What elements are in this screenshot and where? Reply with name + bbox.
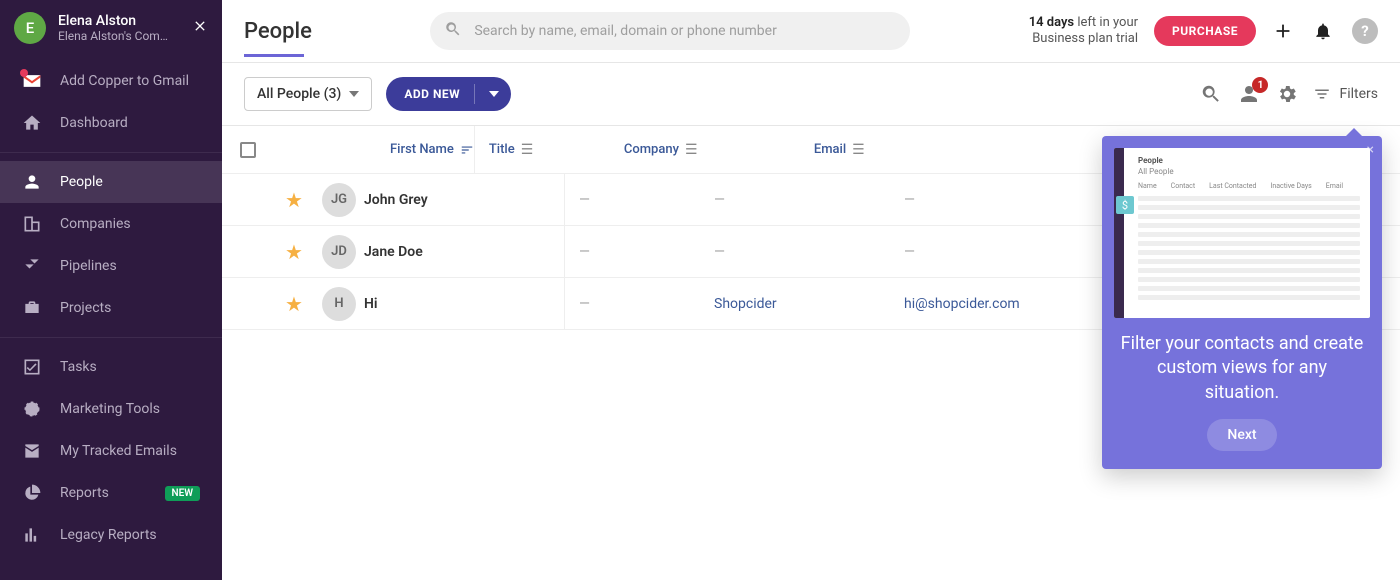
col-title[interactable]: Title☰ [474, 126, 624, 173]
person-icon[interactable]: 1 [1237, 82, 1261, 106]
contact-title: — [564, 174, 714, 225]
star-icon[interactable]: ★ [285, 292, 303, 316]
user-subtitle: Elena Alston's Com… [58, 29, 180, 43]
sidebar-item-projects[interactable]: Projects [0, 287, 222, 329]
star-icon[interactable]: ★ [285, 240, 303, 264]
caret-down-icon [489, 91, 499, 97]
search-icon [444, 20, 462, 42]
sidebar-item-label: Dashboard [60, 115, 128, 131]
caret-down-icon [349, 91, 359, 97]
filter-icon [1313, 85, 1331, 103]
home-icon [22, 113, 42, 133]
plus-icon[interactable] [1272, 20, 1294, 42]
sidebar-item-tracked[interactable]: My Tracked Emails [0, 430, 222, 472]
target-icon [22, 399, 42, 419]
contact-initials: JD [322, 235, 356, 269]
onboarding-preview: $ People All People NameContactLast Cont… [1114, 148, 1370, 318]
star-icon[interactable]: ★ [285, 188, 303, 212]
sidebar-item-label: My Tracked Emails [60, 443, 177, 459]
onboarding-tooltip: × $ People All People NameContactLast Co… [1102, 136, 1382, 469]
sidebar-item-label: Reports [60, 485, 109, 501]
sidebar-header: E Elena Alston Elena Alston's Com… [0, 0, 222, 56]
contact-email: — [904, 192, 1124, 208]
user-name: Elena Alston [58, 13, 180, 30]
sort-icon: ☰ [521, 142, 534, 158]
user-block[interactable]: Elena Alston Elena Alston's Com… [58, 13, 180, 44]
sort-icon: ☰ [685, 142, 698, 158]
sidebar: E Elena Alston Elena Alston's Com… Add C… [0, 0, 222, 580]
pipeline-icon [22, 256, 42, 276]
sidebar-item-label: Add Copper to Gmail [60, 73, 189, 89]
mail-icon [22, 441, 42, 461]
col-company[interactable]: Company☰ [624, 142, 814, 158]
new-badge: NEW [165, 486, 201, 501]
building-icon [22, 214, 42, 234]
person-icon [22, 172, 42, 192]
sidebar-item-dashboard[interactable]: Dashboard [0, 102, 222, 144]
gear-icon[interactable] [1275, 82, 1299, 106]
badge-count: 1 [1252, 77, 1268, 93]
contact-title: — [564, 278, 714, 329]
help-icon[interactable]: ? [1352, 18, 1378, 44]
sidebar-item-label: Companies [60, 216, 131, 232]
topbar: People 14 days left in your Business pla… [222, 0, 1400, 63]
onboard-next-button[interactable]: Next [1207, 419, 1276, 451]
sidebar-item-label: Tasks [60, 359, 97, 375]
purchase-button[interactable]: PURCHASE [1154, 16, 1256, 46]
contact-name: John Grey [364, 192, 564, 208]
sidebar-item-tasks[interactable]: Tasks [0, 346, 222, 388]
sidebar-item-label: Legacy Reports [60, 527, 157, 543]
sidebar-item-pipelines[interactable]: Pipelines [0, 245, 222, 287]
search-input[interactable] [430, 12, 910, 50]
briefcase-icon [22, 298, 42, 318]
toolbar: All People (3) ADD NEW 1 Filters [222, 63, 1400, 126]
contact-name: Jane Doe [364, 244, 564, 260]
check-icon [22, 357, 42, 377]
sidebar-item-companies[interactable]: Companies [0, 203, 222, 245]
sidebar-item-gmail[interactable]: Add Copper to Gmail [0, 60, 222, 102]
sidebar-item-legacy[interactable]: Legacy Reports [0, 514, 222, 556]
col-first-name[interactable]: First Name [274, 142, 474, 157]
trial-text: 14 days left in your Business plan trial [1029, 15, 1138, 46]
search-wrap [430, 12, 910, 50]
scope-dropdown[interactable]: All People (3) [244, 77, 372, 111]
sidebar-item-label: Marketing Tools [60, 401, 160, 417]
contact-email: — [904, 244, 1124, 260]
close-icon[interactable] [192, 18, 208, 38]
search-icon[interactable] [1199, 82, 1223, 106]
page-title: People [244, 19, 312, 44]
sidebar-item-marketing[interactable]: Marketing Tools [0, 388, 222, 430]
onboarding-message: Filter your contacts and create custom v… [1114, 332, 1370, 405]
contact-initials: H [322, 287, 356, 321]
sidebar-item-label: People [60, 174, 103, 190]
piechart-icon [22, 483, 42, 503]
contact-name: Hi [364, 296, 564, 312]
contact-email[interactable]: hi@shopcider.com [904, 296, 1124, 312]
sidebar-item-people[interactable]: People [0, 161, 222, 203]
sort-icon [460, 143, 474, 157]
gmail-icon [22, 71, 42, 91]
contact-company: — [714, 244, 904, 260]
contact-initials: JG [322, 183, 356, 217]
bell-icon[interactable] [1312, 20, 1334, 42]
filters-button[interactable]: Filters [1313, 85, 1378, 103]
sidebar-item-label: Projects [60, 300, 111, 316]
col-email[interactable]: Email☰ [814, 142, 1034, 158]
contact-company[interactable]: Shopcider [714, 296, 904, 312]
contact-company: — [714, 192, 904, 208]
sort-icon: ☰ [852, 142, 865, 158]
contact-title: — [564, 226, 714, 277]
sidebar-item-label: Pipelines [60, 258, 117, 274]
user-avatar[interactable]: E [14, 12, 46, 44]
barchart-icon [22, 525, 42, 545]
main: People 14 days left in your Business pla… [222, 0, 1400, 580]
add-new-button[interactable]: ADD NEW [386, 77, 511, 111]
sidebar-item-reports[interactable]: Reports NEW [0, 472, 222, 514]
select-all-checkbox[interactable] [240, 142, 256, 158]
